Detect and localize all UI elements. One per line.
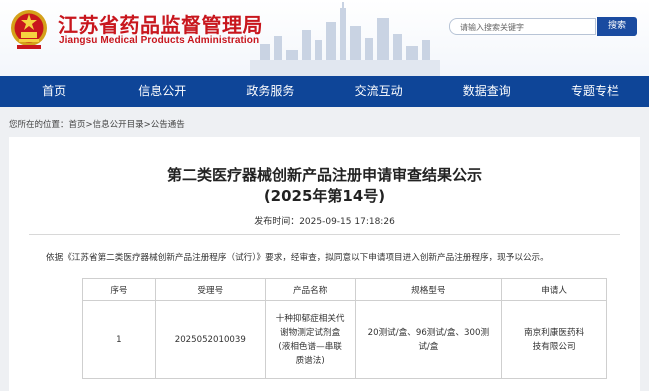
- product-name-line: 谢物测定试剂盒: [280, 327, 341, 338]
- product-name-line: 质谱法): [295, 355, 325, 366]
- cell-applicant: 南京利康医药科 技有限公司: [501, 300, 607, 379]
- column-header-accept-no: 受理号: [154, 278, 266, 301]
- article-title: 第二类医疗器械创新产品注册申请审查结果公示: [166, 166, 482, 184]
- result-table: 序号 受理号 产品名称 规格型号 申请人 1 2025052010039 十种抑…: [82, 278, 607, 379]
- article-intro: 依据《江苏省第二类医疗器械创新产品注册程序（试行）》要求，经审查，拟同意以下申请…: [46, 253, 549, 263]
- breadcrumb: 您所在的位置：首页>信息公开目录>公告通告: [0, 107, 649, 137]
- breadcrumb-separator: >: [143, 120, 151, 130]
- city-skyline-illustration: [250, 2, 440, 76]
- publish-time-value: 2025-09-15 17:18:26: [299, 217, 395, 227]
- product-name-line: (液相色谱—串联: [278, 341, 342, 352]
- breadcrumb-link-home[interactable]: 首页: [69, 120, 86, 130]
- publish-time: 发布时间：2025-09-15 17:18:26: [9, 214, 640, 227]
- breadcrumb-link-catalog[interactable]: 信息公开目录: [93, 120, 144, 130]
- nav-item-interaction[interactable]: 交流互动: [325, 76, 433, 107]
- cell-spec: 20测试/盒、96测试/盒、300测 试/盒: [354, 300, 503, 379]
- column-header-spec: 规格型号: [354, 278, 503, 301]
- main-nav: 首页 信息公开 政务服务 交流互动 数据查询 专题专栏: [0, 76, 649, 107]
- article-panel: 第二类医疗器械创新产品注册申请审查结果公示 (2025年第14号) 发布时间：2…: [9, 137, 640, 391]
- product-name-line: 十种抑郁症相关代: [275, 313, 345, 324]
- site-title-english: Jiangsu Medical Products Administration: [59, 35, 260, 46]
- nav-item-special-topics[interactable]: 专题专栏: [541, 76, 649, 107]
- site-header: 江苏省药品监督管理局 Jiangsu Medical Products Admi…: [0, 0, 649, 76]
- search-button[interactable]: 搜索: [597, 17, 637, 36]
- column-header-no: 序号: [82, 278, 156, 301]
- breadcrumb-prefix: 您所在的位置：: [9, 120, 69, 130]
- spec-line: 20测试/盒、96测试/盒、300测: [367, 327, 490, 338]
- cell-product-name: 十种抑郁症相关代 谢物测定试剂盒 (液相色谱—串联 质谱法): [264, 300, 356, 379]
- nav-item-data-query[interactable]: 数据查询: [433, 76, 541, 107]
- applicant-line: 技有限公司: [532, 341, 576, 352]
- column-header-product-name: 产品名称: [264, 278, 356, 301]
- national-emblem-icon: [11, 10, 47, 49]
- table-header-row: 序号 受理号 产品名称 规格型号 申请人: [82, 278, 607, 301]
- nav-item-gov-services[interactable]: 政务服务: [216, 76, 324, 107]
- nav-item-home[interactable]: 首页: [0, 76, 108, 107]
- article-title-number: (2025年第14号): [263, 187, 386, 205]
- table-row: 1 2025052010039 十种抑郁症相关代 谢物测定试剂盒 (液相色谱—串…: [82, 300, 607, 379]
- nav-item-info-disclosure[interactable]: 信息公开: [108, 76, 216, 107]
- search-input[interactable]: 请输入搜索关键字: [449, 18, 596, 35]
- publish-label: 发布时间：: [254, 217, 300, 227]
- site-title: 江苏省药品监督管理局: [58, 13, 263, 37]
- breadcrumb-separator: >: [85, 120, 93, 130]
- divider: [29, 234, 620, 235]
- applicant-line: 南京利康医药科: [524, 327, 585, 338]
- column-header-applicant: 申请人: [501, 278, 607, 301]
- cell-accept-no: 2025052010039: [154, 300, 266, 379]
- cell-no: 1: [82, 300, 156, 379]
- breadcrumb-link-notices[interactable]: 公告通告: [151, 120, 185, 130]
- spec-line: 试/盒: [418, 341, 439, 352]
